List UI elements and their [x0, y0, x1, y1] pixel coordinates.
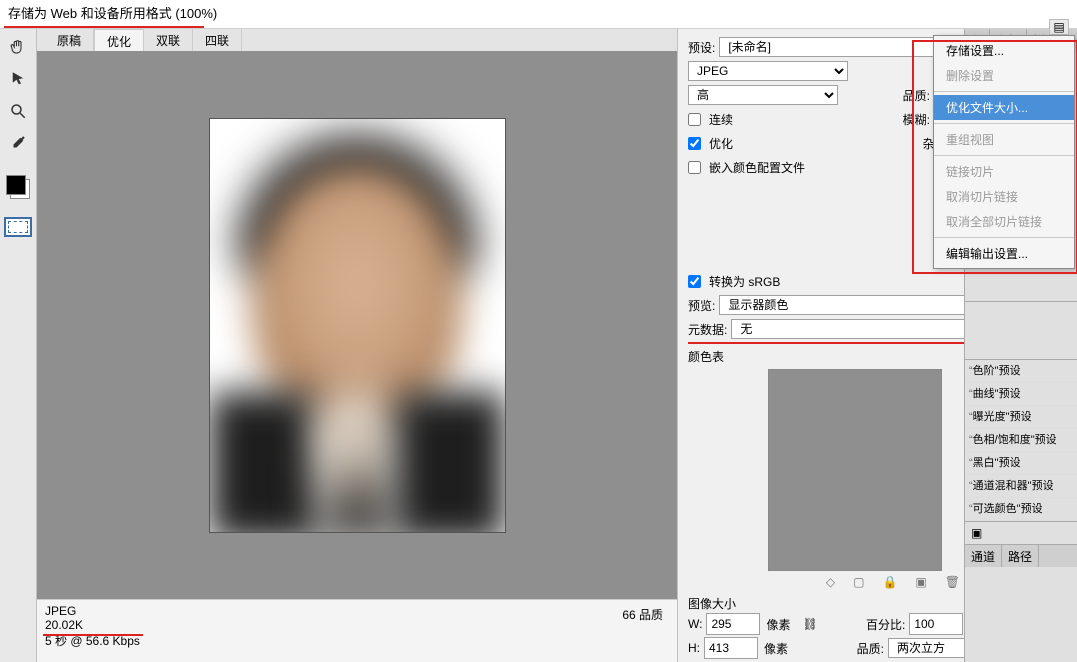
quality-preset-select[interactable]: 高	[688, 85, 838, 105]
menu-unlink-all: 取消全部切片链接	[934, 209, 1074, 234]
flyout-menu-trigger[interactable]: ▤	[1049, 19, 1069, 35]
menu-link-slice: 链接切片	[934, 159, 1074, 184]
menu-unlink-slice: 取消切片链接	[934, 184, 1074, 209]
tool-strip	[0, 29, 37, 662]
side-tab-paths[interactable]: 路径	[1002, 545, 1039, 567]
adj-preset[interactable]: 色相/饱和度"预设	[965, 429, 1077, 452]
adj-preset[interactable]: 曲线"预设	[965, 383, 1077, 406]
h-unit: 像素	[764, 640, 788, 657]
h-label: H:	[688, 641, 700, 655]
window-titlebar: 存储为 Web 和设备所用格式 (100%)	[0, 0, 1077, 29]
height-input[interactable]	[704, 637, 758, 659]
tab-2up[interactable]: 双联	[144, 29, 193, 51]
hand-tool[interactable]	[6, 35, 30, 59]
menu-save-settings[interactable]: 存储设置...	[934, 38, 1074, 63]
preview-image	[210, 119, 505, 532]
status-filesize: 20.02K	[45, 618, 669, 632]
ct-icon-new[interactable]: ▣	[915, 575, 926, 589]
format-select[interactable]: JPEG	[688, 61, 848, 81]
slice-visibility-toggle[interactable]	[4, 217, 32, 237]
foreground-swatch[interactable]	[6, 175, 26, 195]
blur-label: 模糊:	[903, 111, 930, 128]
ct-icon-square[interactable]: ▢	[853, 575, 864, 589]
adj-preset[interactable]: 色阶"预设	[965, 360, 1077, 383]
flyout-menu: 存储设置... 删除设置 优化文件大小... 重组视图 链接切片 取消切片链接 …	[933, 35, 1075, 269]
menu-optimize-filesize[interactable]: 优化文件大小...	[934, 95, 1074, 120]
progressive-checkbox[interactable]	[688, 113, 701, 126]
tab-optimized[interactable]: 优化	[94, 29, 144, 51]
percent-label: 百分比:	[866, 616, 905, 633]
eyedropper-tool[interactable]	[6, 131, 30, 155]
width-input[interactable]	[706, 613, 760, 635]
annotation-underline	[43, 634, 143, 636]
ct-icon-lock[interactable]: 🔒	[882, 575, 897, 589]
color-table-label: 颜色表	[688, 348, 978, 365]
metadata-select[interactable]: 无	[731, 319, 978, 339]
image-size-label: 图像大小	[688, 595, 978, 612]
preview-status-bar: JPEG 20.02K 5 秒 @ 56.6 Kbps 66 品质	[37, 599, 677, 662]
metadata-label: 元数据:	[688, 321, 727, 338]
color-table-box[interactable]	[768, 369, 942, 571]
convert-srgb-label: 转换为 sRGB	[709, 273, 780, 290]
adj-preset[interactable]: 黑白"预设	[965, 452, 1077, 475]
pointer-icon	[9, 70, 27, 88]
adj-new-icon[interactable]: ▣	[971, 526, 982, 540]
resample-label: 品质:	[857, 640, 884, 657]
slice-select-tool[interactable]	[6, 67, 30, 91]
adj-preset[interactable]: 可选颜色"预设	[965, 498, 1077, 521]
menu-delete-settings: 删除设置	[934, 63, 1074, 88]
convert-srgb-checkbox[interactable]	[688, 275, 701, 288]
tab-4up[interactable]: 四联	[193, 29, 242, 51]
preview-canvas[interactable]	[37, 51, 677, 599]
w-unit: 像素	[766, 616, 790, 633]
zoom-tool[interactable]	[6, 99, 30, 123]
ct-icon-diamond[interactable]: ◇	[826, 575, 835, 589]
preview-tabs: 原稿 优化 双联 四联	[37, 29, 677, 51]
annotation-underline	[4, 26, 204, 28]
status-format: JPEG	[45, 604, 669, 618]
status-quality: 66 品质	[622, 606, 663, 623]
side-tab-channels[interactable]: 通道	[965, 545, 1002, 567]
eyedropper-icon	[9, 134, 27, 152]
embed-profile-label: 嵌入颜色配置文件	[709, 159, 805, 176]
window-title: 存储为 Web 和设备所用格式 (100%)	[8, 6, 217, 21]
preview-pane: 原稿 优化 双联 四联 JPEG 20.02K 5 秒 @ 56.6 Kbps …	[37, 29, 677, 662]
w-label: W:	[688, 617, 702, 631]
preview-label: 预览:	[688, 297, 715, 314]
percent-input[interactable]	[909, 613, 963, 635]
quality-label: 品质:	[903, 87, 930, 104]
progressive-label: 连续	[709, 111, 733, 128]
tab-original[interactable]: 原稿	[45, 29, 94, 51]
hand-icon	[9, 38, 27, 56]
menu-edit-output[interactable]: 编辑输出设置...	[934, 241, 1074, 266]
preview-color-select[interactable]: 显示器颜色	[719, 295, 978, 315]
color-swatches[interactable]	[6, 175, 30, 199]
adj-preset[interactable]: 通道混和器"预设	[965, 475, 1077, 498]
preset-label: 预设:	[688, 39, 715, 56]
optimize-label: 优化	[709, 135, 733, 152]
ct-icon-trash[interactable]: 🗑	[945, 575, 960, 589]
preset-select[interactable]: [未命名]	[719, 37, 956, 57]
link-icon[interactable]: ⛓	[802, 617, 817, 631]
menu-regroup-view: 重组视图	[934, 127, 1074, 152]
adjustments-panel: 色阶"预设 曲线"预设 曝光度"预设 色相/饱和度"预设 黑白"预设 通道混和器…	[965, 359, 1077, 567]
adj-preset[interactable]: 曝光度"预设	[965, 406, 1077, 429]
embed-profile-checkbox[interactable]	[688, 161, 701, 174]
optimize-checkbox[interactable]	[688, 137, 701, 150]
zoom-icon	[9, 102, 27, 120]
